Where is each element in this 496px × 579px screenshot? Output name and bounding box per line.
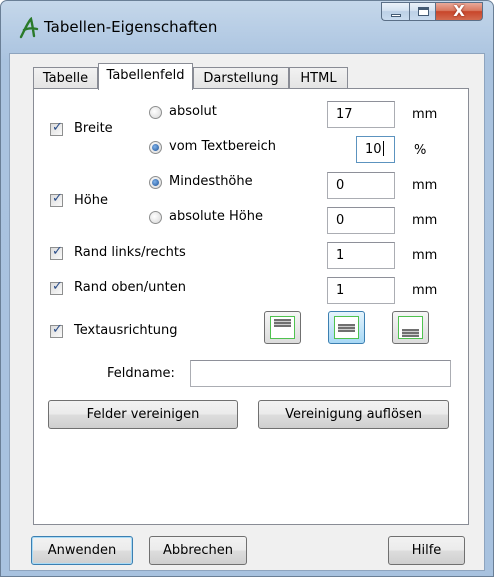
field-name-input[interactable] [190,360,451,387]
cancel-button[interactable]: Abbrechen [149,536,247,565]
checkmark-icon: ✓ [52,244,63,259]
margin-lr-unit: mm [412,248,438,263]
align-bottom-icon [398,316,423,339]
text-alignment-label: Textausrichtung [74,323,178,338]
tab-label: HTML [300,71,337,86]
tab-label: Tabellenfeld [106,68,185,83]
window-controls: X [381,2,483,21]
width-relative-unit: % [414,143,427,158]
width-relative-label: vom Textbereich [169,139,277,154]
align-bottom-button[interactable] [392,311,429,344]
apply-button[interactable]: Anwenden [31,536,133,565]
height-absolute-unit: mm [412,213,438,228]
tab-label: Darstellung [203,71,279,86]
window-title: Tabellen-Eigenschaften [44,18,218,36]
unmerge-fields-button[interactable]: Vereinigung auflösen [258,400,449,429]
height-minimum-input[interactable]: 0 [327,172,395,199]
margin-tb-checkbox[interactable]: ✓ [50,279,63,295]
width-absolute-label: absolut [169,104,217,119]
margin-tb-unit: mm [412,283,438,298]
tab-label: Tabelle [42,71,89,86]
width-absolute-radio[interactable] [149,106,162,119]
text-caret [382,141,384,156]
margin-tb-input[interactable]: 1 [327,277,395,304]
align-middle-icon [334,316,359,339]
margin-lr-checkbox[interactable]: ✓ [50,244,63,260]
maximize-button[interactable] [409,2,436,21]
height-absolute-radio[interactable] [149,211,162,224]
margin-lr-input[interactable]: 1 [327,242,395,269]
close-icon: X [453,2,465,20]
dialog-window: Tabellen-Eigenschaften X Tabelle Tabelle… [0,0,494,577]
dialog-client-area: Tabelle Tabellenfeld Darstellung HTML ✓ … [9,53,485,571]
width-absolute-unit: mm [412,107,438,122]
checkmark-icon: ✓ [52,120,63,135]
merge-fields-button[interactable]: Felder vereinigen [48,400,238,429]
text-alignment-checkbox[interactable]: ✓ [50,322,63,338]
align-middle-button[interactable] [328,311,365,344]
maximize-icon [418,7,429,16]
close-button[interactable]: X [436,2,483,21]
height-absolute-label: absolute Höhe [169,209,263,224]
width-relative-value: 10 [365,142,382,157]
width-relative-radio[interactable] [149,141,162,154]
tab-panel-tabellenfeld: ✓ Breite absolut 17 mm vom Textbereich 1… [33,88,469,525]
checkmark-icon: ✓ [52,279,63,294]
checkmark-icon: ✓ [52,322,63,337]
tab-darstellung[interactable]: Darstellung [193,67,289,89]
width-label: Breite [74,121,113,136]
height-minimum-unit: mm [412,178,438,193]
height-checkbox[interactable]: ✓ [50,191,63,207]
field-name-label: Feldname: [107,366,175,381]
tab-tabellenfeld[interactable]: Tabellenfeld [98,63,193,90]
width-checkbox[interactable]: ✓ [50,120,63,136]
minimize-icon [391,14,401,17]
margin-lr-label: Rand links/rechts [74,245,186,260]
align-top-button[interactable] [264,311,301,344]
align-top-icon [270,316,295,339]
checkmark-icon: ✓ [52,191,63,206]
height-absolute-input[interactable]: 0 [327,207,395,234]
margin-tb-label: Rand oben/unten [74,280,186,295]
help-button[interactable]: Hilfe [388,536,465,565]
height-minimum-label: Mindesthöhe [169,174,253,189]
width-relative-input[interactable]: 10 [356,136,395,163]
height-label: Höhe [74,193,108,208]
height-minimum-radio[interactable] [149,176,162,189]
title-bar[interactable]: Tabellen-Eigenschaften X [1,1,493,53]
app-icon [19,17,39,39]
width-absolute-input[interactable]: 17 [327,101,395,128]
minimize-button[interactable] [381,2,409,21]
tab-tabelle[interactable]: Tabelle [33,67,98,89]
tab-html[interactable]: HTML [289,67,348,89]
